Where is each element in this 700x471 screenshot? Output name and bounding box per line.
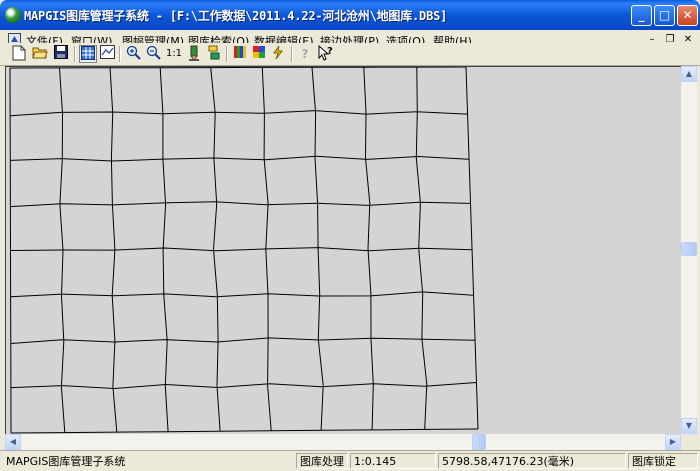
scrollbar-corner	[681, 434, 697, 450]
grid-row-line	[10, 155, 470, 162]
color-blocks-icon[interactable]	[250, 45, 268, 63]
zoom-actual-size-button[interactable]: 1:1	[164, 45, 184, 63]
toolbar-separator	[119, 46, 121, 62]
status-scale: 1:0.145	[350, 453, 436, 469]
app-globe-icon	[5, 7, 21, 23]
lightning-icon[interactable]	[269, 45, 287, 63]
window-title: MAPGIS图库管理子系统 - [F:\工作数据\2011.4.22-河北沧州\…	[24, 9, 448, 23]
status-mode: 图库处理	[296, 453, 348, 469]
minimize-button[interactable]: _	[631, 5, 652, 26]
status-bar: MAPGIS图库管理子系统 图库处理 1:0.145 5798.58,47176…	[0, 450, 700, 471]
grid-column-line	[210, 67, 221, 432]
svg-text:?: ?	[327, 46, 333, 57]
grid-row-line	[9, 66, 467, 69]
toolbar-separator	[291, 46, 293, 62]
new-file-icon[interactable]	[10, 45, 28, 63]
grid-row-line	[10, 382, 477, 390]
horizontal-scroll-thumb[interactable]	[472, 434, 486, 450]
save-icon[interactable]	[52, 45, 70, 63]
toolbar-separator	[74, 46, 76, 62]
title-bar: MAPGIS图库管理子系统 - [F:\工作数据\2011.4.22-河北沧州\…	[0, 0, 700, 30]
scroll-down-icon[interactable]: ▼	[681, 418, 697, 434]
scroll-right-icon[interactable]: ▶	[665, 434, 681, 450]
grid-row-line	[10, 110, 468, 117]
vertical-scrollbar[interactable]: ▲ ▼	[681, 66, 697, 434]
map-sheet-grid	[9, 66, 479, 434]
scroll-up-icon[interactable]: ▲	[681, 66, 697, 82]
status-coordinates: 5798.58,47176.23(毫米)	[438, 453, 626, 469]
color-palette-icon[interactable]	[231, 45, 249, 63]
status-lock: 图库锁定	[628, 453, 698, 469]
pencil-tool-icon[interactable]	[185, 45, 203, 63]
grid-column-line	[159, 67, 169, 432]
grid-row-line	[10, 247, 473, 252]
maximize-button[interactable]: □	[654, 5, 675, 26]
map-canvas[interactable]	[5, 66, 681, 434]
grid-column-line	[465, 66, 479, 430]
status-app-name: MAPGIS图库管理子系统	[6, 455, 126, 468]
grid-column-line	[311, 67, 324, 431]
help-question-icon[interactable]: ?	[296, 45, 314, 63]
zoom-in-icon[interactable]	[124, 45, 142, 63]
vertical-scroll-thumb[interactable]	[681, 242, 697, 256]
zoom-out-icon[interactable]	[144, 45, 162, 63]
grid-column-line	[363, 67, 374, 430]
close-button[interactable]: ✕	[677, 5, 698, 26]
grid-row-line	[10, 291, 474, 298]
toolbar: 1:1 ? ?	[0, 43, 700, 66]
toolbar-separator	[226, 46, 228, 62]
grid-row-line	[10, 337, 476, 344]
grid-view-icon[interactable]	[79, 45, 97, 63]
horizontal-scrollbar[interactable]: ◀ ▶	[5, 434, 681, 450]
open-folder-icon[interactable]	[31, 45, 49, 63]
map-view-icon[interactable]	[98, 45, 116, 63]
layer-stack-icon[interactable]	[205, 45, 223, 63]
context-help-icon[interactable]: ?	[316, 44, 334, 63]
grid-row-line	[10, 428, 479, 434]
scroll-left-icon[interactable]: ◀	[5, 434, 21, 450]
grid-row-line	[10, 201, 471, 208]
